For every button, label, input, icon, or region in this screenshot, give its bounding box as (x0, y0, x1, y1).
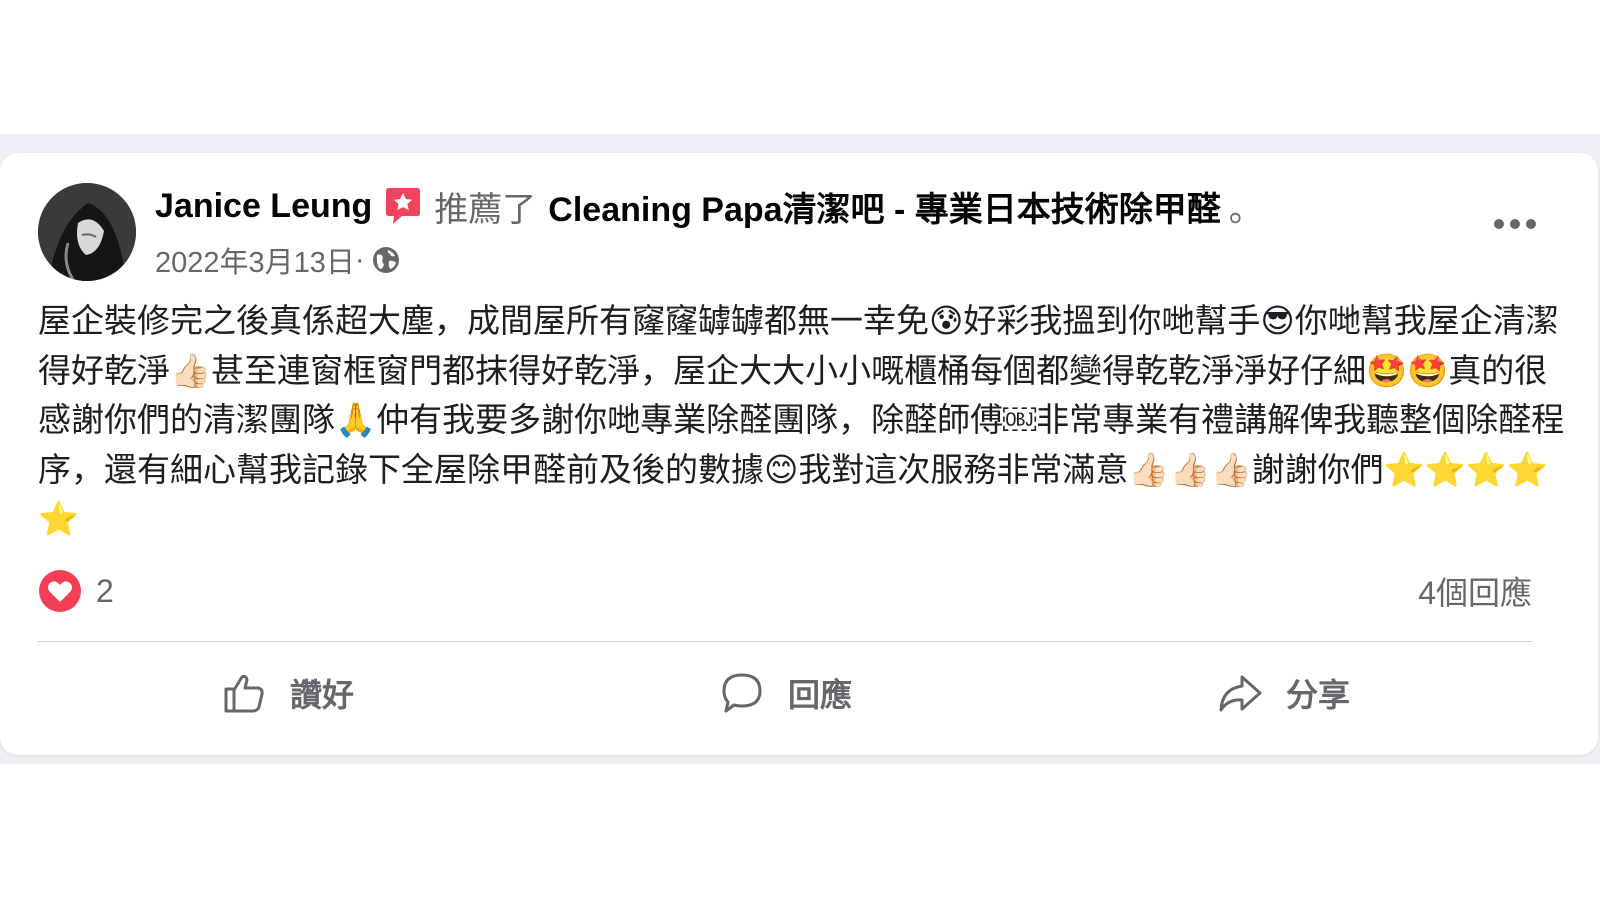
post-date[interactable]: 2022年3月13日 (155, 239, 355, 281)
post-meta: 2022年3月13日 · (155, 240, 401, 280)
globe-icon (371, 245, 401, 275)
comment-label: 回應 (787, 677, 852, 713)
heart-reaction-icon (39, 570, 81, 612)
author-name[interactable]: Janice Leung (155, 187, 372, 226)
more-options-button[interactable] (1490, 204, 1540, 244)
post-header: Janice Leung 推薦了 Cleaning Papa清潔吧 - 專業日本… (155, 183, 1263, 229)
header-period: 。 (1228, 190, 1263, 229)
share-label: 分享 (1285, 677, 1350, 713)
meta-separator: · (354, 243, 365, 276)
post-body-text: 屋企裝修完之後真係超大塵，成間屋所有窿窿罅罅都無一幸免😰好彩我搵到你哋幫手😎你哋… (38, 302, 1565, 537)
recommended-page-name[interactable]: Cleaning Papa清潔吧 - 專業日本技術除甲醛 (548, 182, 1221, 231)
author-avatar[interactable] (38, 183, 136, 281)
speech-bubble-icon (722, 673, 762, 713)
post-action-bar: 讚好 回應 分享 (38, 654, 1532, 732)
recommend-verb: 推薦了 (434, 190, 537, 229)
comment-count-link[interactable]: 4個回應 (1418, 568, 1532, 614)
reaction-count: 2 (96, 572, 114, 609)
actions-divider (38, 641, 1532, 642)
like-label: 讚好 (289, 677, 354, 713)
comment-button[interactable]: 回應 (536, 654, 1034, 732)
reactions-summary[interactable]: 2 (38, 568, 114, 614)
like-button[interactable]: 讚好 (38, 654, 536, 732)
more-dots-icon (1494, 219, 1536, 229)
thumbs-up-icon (224, 674, 264, 713)
recommend-badge-icon (382, 185, 424, 227)
share-button[interactable]: 分享 (1034, 654, 1532, 732)
share-arrow-icon (1219, 675, 1262, 712)
